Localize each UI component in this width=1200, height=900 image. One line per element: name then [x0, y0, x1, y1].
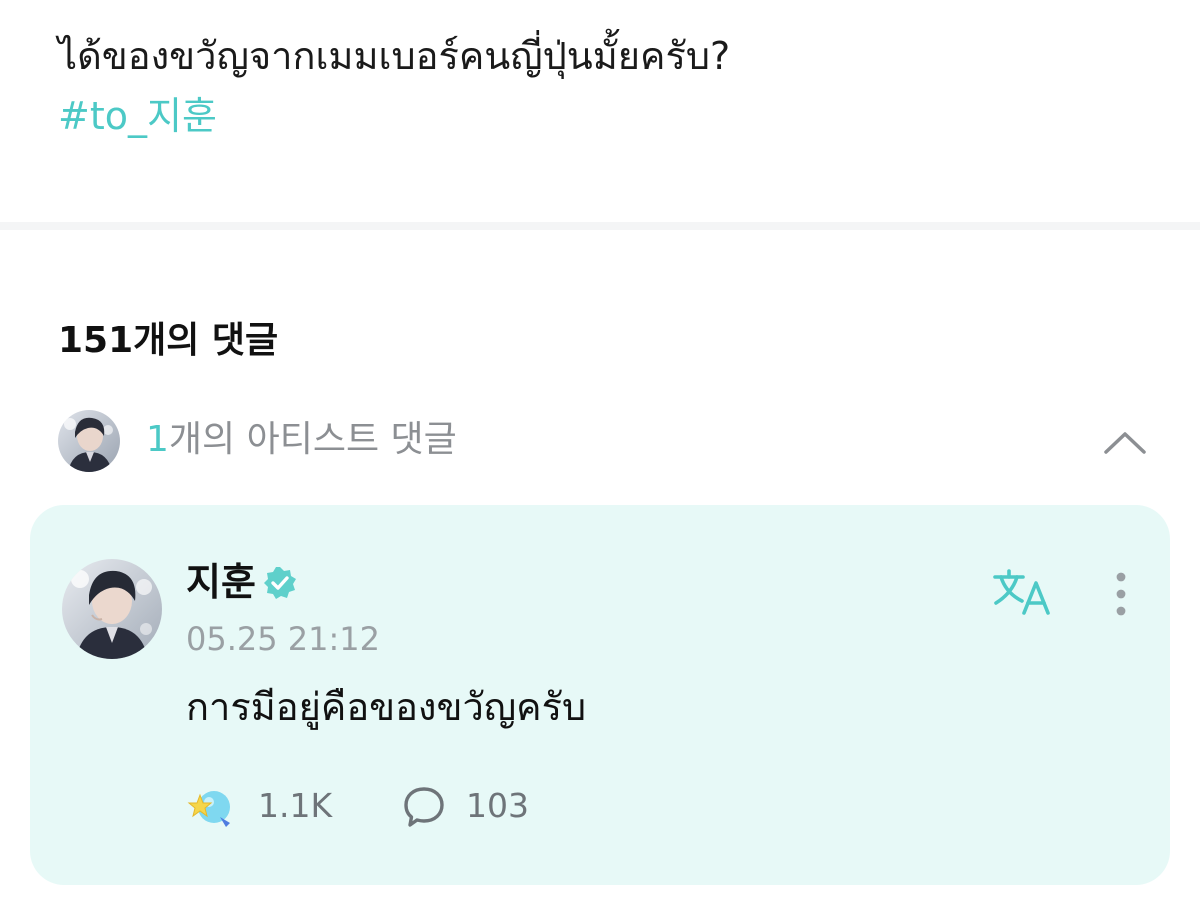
- comment-body: การมีอยู่คือของขวัญครับ: [186, 685, 587, 729]
- comment-count-heading: 151개의 댓글: [58, 320, 279, 361]
- star-wand-icon[interactable]: [186, 785, 236, 829]
- chevron-up-icon[interactable]: [1102, 422, 1148, 462]
- verified-badge-icon: [262, 565, 298, 601]
- reply-count: 103: [466, 786, 529, 825]
- artist-comment-card: 지훈 05.25 21:12 การมีอยู่คือของขวัญครับ 1…: [30, 505, 1170, 885]
- artist-comments-toggle[interactable]: 1개의 아티스트 댓글: [58, 410, 1148, 472]
- like-count: 1.1K: [258, 786, 333, 825]
- section-divider: [0, 222, 1200, 230]
- comment-author-name[interactable]: 지훈: [186, 557, 256, 607]
- artist-comment-label-text: 개의 아티스트 댓글: [168, 419, 457, 460]
- post-text: ได้ของขวัญจากเมมเบอร์คนญี่ปุ่นมั้ยครับ?: [58, 34, 731, 78]
- artist-avatar-small: [58, 410, 120, 472]
- artist-avatar[interactable]: [62, 559, 162, 659]
- speech-bubble-icon[interactable]: [402, 785, 446, 829]
- post-hashtag[interactable]: #to_지훈: [58, 90, 217, 142]
- more-vertical-icon[interactable]: [1106, 569, 1136, 619]
- translate-icon[interactable]: [992, 567, 1052, 617]
- artist-comment-count: 1: [146, 419, 169, 460]
- comment-timestamp: 05.25 21:12: [186, 620, 380, 658]
- artist-comments-label: 1개의 아티스트 댓글: [146, 415, 457, 465]
